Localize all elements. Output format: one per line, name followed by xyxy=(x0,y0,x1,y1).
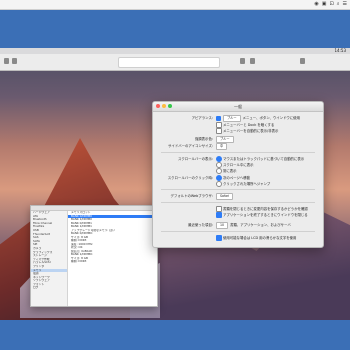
lcd-font-checkbox[interactable] xyxy=(216,235,222,241)
back-icon[interactable] xyxy=(4,58,9,64)
sidebar-icon-size-popup[interactable]: 中 xyxy=(216,142,228,150)
window-title: 一般 xyxy=(234,104,242,109)
share-icon[interactable] xyxy=(240,58,245,64)
general-preferences-window: 一般 アピアランス: ブルー メニュー、ボタン、ウインドウに使用 メニューバーと … xyxy=(152,101,324,248)
sysinfo-sidebar: ハードウェア ATA Bluetooth Fibre Channel FireW… xyxy=(31,211,68,306)
color-swatch xyxy=(216,115,221,121)
recent-items-popup[interactable]: 10 xyxy=(216,221,229,229)
detail-row: 種類: DDR3 xyxy=(71,260,87,263)
lcd-font-row: 使用可能な場合は LCD 用の滑らかな文字を使用 xyxy=(153,234,323,242)
status-icon-3[interactable]: ⊡ xyxy=(330,1,334,8)
safari-toolbar xyxy=(0,54,350,71)
system-information-window: ハードウェア ATA Bluetooth Fibre Channel FireW… xyxy=(30,205,158,307)
address-bar[interactable] xyxy=(118,57,220,68)
jump-radio[interactable] xyxy=(216,181,222,187)
recent-items-label: 最近使った項目: xyxy=(188,223,213,227)
scroll-always-label: 常に表示 xyxy=(223,169,237,173)
appearance-note: メニュー、ボタン、ウインドウに使用 xyxy=(242,116,300,120)
sidebar-icon[interactable] xyxy=(300,58,305,64)
recent-items-row: 最近使った項目: 10 書類、アプリケーション、およびサーバ xyxy=(153,221,323,229)
default-browser-popup[interactable]: Safari xyxy=(216,192,234,200)
search-icon[interactable]: ⌕ xyxy=(337,1,340,8)
autohide-menubar-label: メニューバーを自動的に表示/非表示 xyxy=(223,129,279,133)
sidebar-icon-size-label: サイドバーのアイコンサイズ: xyxy=(168,144,213,148)
close-windows-row: アプリケーションを終了するときにウインドウを閉じる xyxy=(153,211,323,219)
status-icon-2[interactable]: ▣ xyxy=(322,1,327,8)
forward-icon[interactable] xyxy=(12,58,17,64)
close-windows-checkbox[interactable] xyxy=(216,212,222,218)
jump-row: クリックされた場所へジャンプ xyxy=(153,180,323,188)
sidebar-item[interactable]: ログ xyxy=(31,286,67,290)
default-browser-label: デフォルトのWebブラウザ: xyxy=(170,194,213,198)
prefs-titlebar: 一般 xyxy=(153,102,323,112)
top-menubar: ◉ ▣ ⊡ ⌕ ☰ xyxy=(0,0,350,10)
autohide-menubar-checkbox[interactable] xyxy=(216,128,222,134)
bookmark-icon[interactable] xyxy=(250,58,255,64)
divider xyxy=(161,152,315,153)
lcd-font-label: 使用可能な場合は LCD 用の滑らかな文字を使用 xyxy=(223,236,297,240)
default-browser-row: デフォルトのWebブラウザ: Safari xyxy=(153,192,323,200)
sysinfo-detail: メモリスロット BANK 0/DIMM0 BANK 1/DIMM0 BANK 0… xyxy=(68,211,157,306)
divider xyxy=(161,189,315,190)
close-windows-label: アプリケーションを終了するときにウインドウを閉じる xyxy=(223,213,308,217)
autohide-menubar-row: メニューバーを自動的に表示/非表示 xyxy=(153,127,323,135)
status-area: ◉ ▣ ⊡ ⌕ ☰ xyxy=(314,1,347,8)
sidebar-icon-size-row: サイドバーのアイコンサイズ: 中 xyxy=(153,142,323,150)
divider xyxy=(161,231,315,232)
recent-items-note: 書類、アプリケーション、およびサーバ xyxy=(230,223,291,227)
divider xyxy=(161,202,315,203)
menu-icon[interactable]: ☰ xyxy=(343,1,347,8)
desktop-bottom xyxy=(0,320,350,350)
jump-label: クリックされた場所へジャンプ xyxy=(223,182,271,186)
status-icon-1[interactable]: ◉ xyxy=(314,1,318,8)
